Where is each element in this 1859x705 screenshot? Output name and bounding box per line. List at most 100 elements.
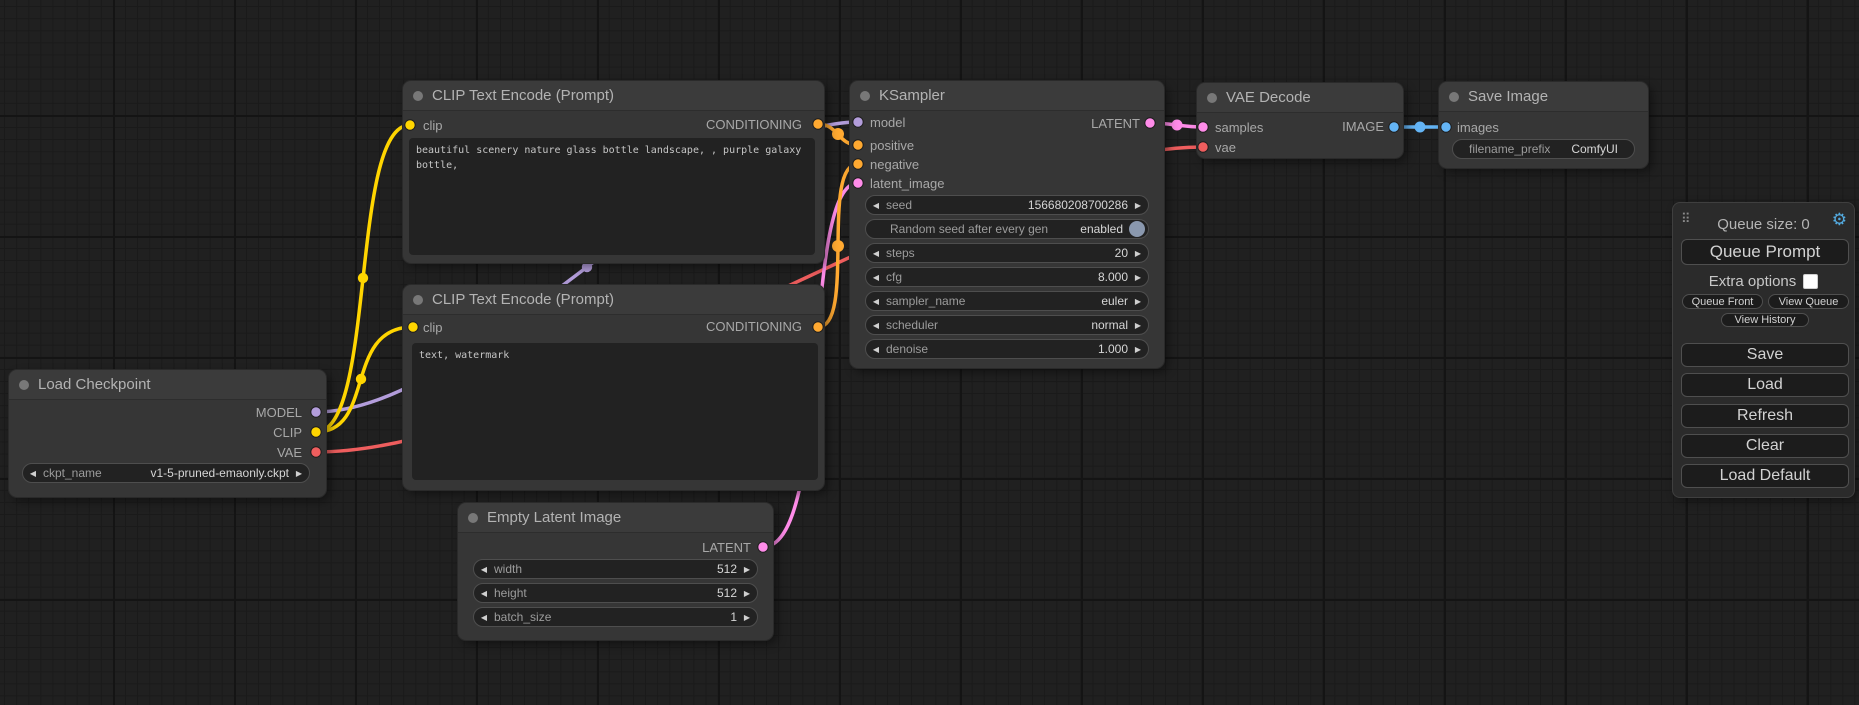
- node-title-bar[interactable]: CLIP Text Encode (Prompt): [403, 285, 824, 315]
- decrement-arrow-icon[interactable]: ◀: [23, 469, 43, 478]
- queue-front-button[interactable]: Queue Front: [1682, 294, 1763, 309]
- collapse-dot-icon[interactable]: [413, 91, 423, 101]
- increment-arrow-icon[interactable]: ▶: [1128, 201, 1148, 210]
- collapse-dot-icon[interactable]: [1449, 92, 1459, 102]
- positive-prompt-textarea[interactable]: beautiful scenery nature glass bottle la…: [409, 138, 815, 255]
- link-dot: [832, 240, 844, 252]
- decrement-arrow-icon[interactable]: ◀: [866, 345, 886, 354]
- node-clip-text-encode-positive[interactable]: CLIP Text Encode (Prompt) clip CONDITION…: [403, 81, 824, 263]
- collapse-dot-icon[interactable]: [413, 295, 423, 305]
- denoise-widget[interactable]: ◀ denoise 1.000 ▶: [865, 339, 1149, 359]
- batch-size-widget[interactable]: ◀ batch_size 1 ▶: [473, 607, 758, 627]
- output-label-conditioning: CONDITIONING: [706, 319, 802, 334]
- queue-prompt-button[interactable]: Queue Prompt: [1681, 239, 1849, 265]
- decrement-arrow-icon[interactable]: ◀: [866, 249, 886, 258]
- collapse-dot-icon[interactable]: [468, 513, 478, 523]
- increment-arrow-icon[interactable]: ▶: [1128, 321, 1148, 330]
- node-title: Load Checkpoint: [38, 376, 151, 393]
- clear-button[interactable]: Clear: [1681, 434, 1849, 458]
- random-seed-toggle-widget[interactable]: Random seed after every gen enabled: [865, 219, 1149, 239]
- button-label: Clear: [1746, 437, 1784, 455]
- button-label: Load: [1747, 376, 1783, 394]
- node-clip-text-encode-negative[interactable]: CLIP Text Encode (Prompt) clip CONDITION…: [403, 285, 824, 490]
- decrement-arrow-icon[interactable]: ◀: [866, 321, 886, 330]
- button-label: Queue Prompt: [1710, 242, 1821, 262]
- decrement-arrow-icon[interactable]: ◀: [474, 565, 494, 574]
- refresh-button[interactable]: Refresh: [1681, 404, 1849, 428]
- filename-prefix-widget[interactable]: filename_prefix ComfyUI: [1452, 139, 1635, 159]
- increment-arrow-icon[interactable]: ▶: [1128, 345, 1148, 354]
- extra-options-row: Extra options: [1673, 273, 1854, 290]
- output-label-conditioning: CONDITIONING: [706, 117, 802, 132]
- save-button[interactable]: Save: [1681, 343, 1849, 367]
- collapse-dot-icon[interactable]: [19, 380, 29, 390]
- input-label-samples: samples: [1215, 120, 1263, 135]
- increment-arrow-icon[interactable]: ▶: [1128, 297, 1148, 306]
- increment-arrow-icon[interactable]: ▶: [289, 469, 309, 478]
- input-label-clip: clip: [423, 118, 443, 133]
- widget-label: filename_prefix: [1453, 142, 1550, 156]
- node-title: CLIP Text Encode (Prompt): [432, 87, 614, 104]
- extra-options-checkbox[interactable]: [1803, 274, 1818, 289]
- increment-arrow-icon[interactable]: ▶: [737, 565, 757, 574]
- load-default-button[interactable]: Load Default: [1681, 464, 1849, 488]
- scheduler-widget[interactable]: ◀ scheduler normal ▶: [865, 315, 1149, 335]
- node-title-bar[interactable]: KSampler: [850, 81, 1164, 111]
- node-title-bar[interactable]: Save Image: [1439, 82, 1648, 112]
- ckpt-name-widget[interactable]: ◀ ckpt_name v1-5-pruned-emaonly.ckpt ▶: [22, 463, 310, 483]
- increment-arrow-icon[interactable]: ▶: [1128, 249, 1148, 258]
- negative-prompt-textarea[interactable]: text, watermark: [412, 343, 818, 480]
- decrement-arrow-icon[interactable]: ◀: [474, 613, 494, 622]
- decrement-arrow-icon[interactable]: ◀: [866, 273, 886, 282]
- steps-widget[interactable]: ◀ steps 20 ▶: [865, 243, 1149, 263]
- widget-value: enabled: [1080, 222, 1123, 236]
- sampler-name-widget[interactable]: ◀ sampler_name euler ▶: [865, 291, 1149, 311]
- node-ksampler[interactable]: KSampler model positive negative latent_…: [850, 81, 1164, 368]
- seed-widget[interactable]: ◀ seed 156680208700286 ▶: [865, 195, 1149, 215]
- link-dot: [1172, 120, 1183, 131]
- node-save-image[interactable]: Save Image images filename_prefix ComfyU…: [1439, 82, 1648, 168]
- widget-label: sampler_name: [886, 294, 965, 308]
- load-button[interactable]: Load: [1681, 373, 1849, 397]
- widget-value: normal: [1091, 318, 1128, 332]
- node-title-bar[interactable]: Empty Latent Image: [458, 503, 773, 533]
- widget-label: height: [494, 586, 527, 600]
- width-widget[interactable]: ◀ width 512 ▶: [473, 559, 758, 579]
- button-label: View History: [1735, 314, 1796, 326]
- widget-label: ckpt_name: [43, 466, 102, 480]
- widget-value: 8.000: [1098, 270, 1128, 284]
- node-load-checkpoint[interactable]: Load Checkpoint MODEL CLIP VAE ◀ ckpt_na…: [9, 370, 326, 497]
- view-queue-button[interactable]: View Queue: [1768, 294, 1849, 309]
- node-title-bar[interactable]: CLIP Text Encode (Prompt): [403, 81, 824, 111]
- node-title-bar[interactable]: Load Checkpoint: [9, 370, 326, 400]
- widget-value: 512: [717, 586, 737, 600]
- node-vae-decode[interactable]: VAE Decode samples vae IMAGE: [1197, 83, 1403, 158]
- height-widget[interactable]: ◀ height 512 ▶: [473, 583, 758, 603]
- increment-arrow-icon[interactable]: ▶: [737, 589, 757, 598]
- node-title-bar[interactable]: VAE Decode: [1197, 83, 1403, 113]
- queue-size-label: Queue size: 0: [1673, 216, 1854, 233]
- increment-arrow-icon[interactable]: ▶: [737, 613, 757, 622]
- input-label-clip: clip: [423, 320, 443, 335]
- toggle-knob[interactable]: [1129, 221, 1145, 237]
- output-label-image: IMAGE: [1342, 119, 1384, 134]
- collapse-dot-icon[interactable]: [860, 91, 870, 101]
- collapse-dot-icon[interactable]: [1207, 93, 1217, 103]
- view-history-button[interactable]: View History: [1721, 313, 1809, 327]
- widget-value: 1.000: [1098, 342, 1128, 356]
- cfg-widget[interactable]: ◀ cfg 8.000 ▶: [865, 267, 1149, 287]
- widget-label: scheduler: [886, 318, 938, 332]
- widget-label: Random seed after every gen: [866, 222, 1048, 236]
- increment-arrow-icon[interactable]: ▶: [1128, 273, 1148, 282]
- settings-gear-icon[interactable]: ⚙: [1832, 211, 1847, 228]
- decrement-arrow-icon[interactable]: ◀: [866, 201, 886, 210]
- widget-label: seed: [886, 198, 912, 212]
- decrement-arrow-icon[interactable]: ◀: [474, 589, 494, 598]
- node-empty-latent-image[interactable]: Empty Latent Image LATENT ◀ width 512 ▶ …: [458, 503, 773, 640]
- node-graph-canvas[interactable]: Load Checkpoint MODEL CLIP VAE ◀ ckpt_na…: [0, 0, 1859, 705]
- output-label-clip: CLIP: [273, 425, 302, 440]
- input-label-vae: vae: [1215, 140, 1236, 155]
- decrement-arrow-icon[interactable]: ◀: [866, 297, 886, 306]
- output-label-latent: LATENT: [1091, 116, 1140, 131]
- widget-label: denoise: [886, 342, 928, 356]
